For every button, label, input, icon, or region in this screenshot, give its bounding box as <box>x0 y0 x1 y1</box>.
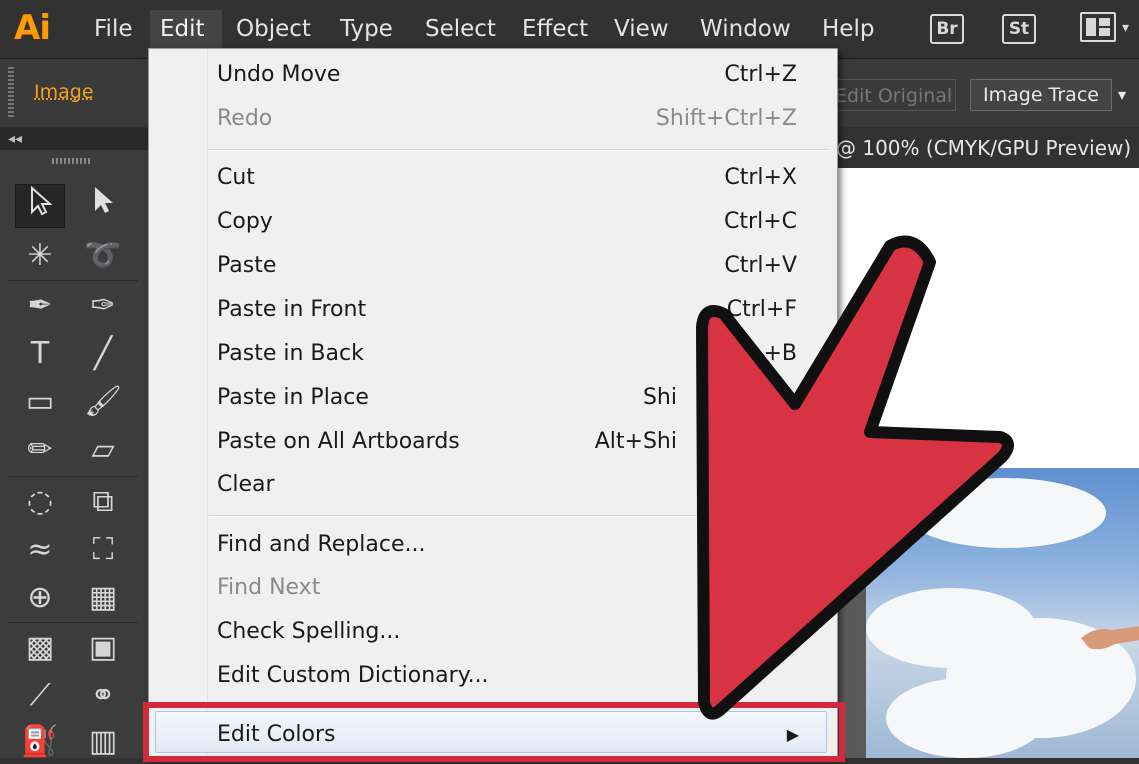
menu-object[interactable]: Object <box>226 10 321 48</box>
edit-original-button[interactable]: Edit Original <box>826 79 956 111</box>
perspective-grid-tool-icon[interactable]: ▦ <box>78 576 128 620</box>
hand-image <box>1081 626 1139 650</box>
column-graph-tool-icon[interactable]: ▥ <box>78 720 128 764</box>
pencil-tool-icon[interactable]: ✏ <box>15 428 65 472</box>
selection-type-label[interactable]: Image <box>34 81 94 103</box>
eyedropper-tool-icon[interactable]: ⟋ <box>15 674 65 718</box>
type-tool-icon[interactable]: T <box>15 332 65 376</box>
menu-item-shortcut: Shi <box>642 385 677 410</box>
menu-type[interactable]: Type <box>330 10 403 48</box>
lasso-tool-icon[interactable]: ➰ <box>78 234 128 278</box>
collapse-panel-icon[interactable]: ◂◂ <box>0 128 148 150</box>
workspace-switcher-icon[interactable] <box>1080 12 1116 42</box>
rotate-tool-icon[interactable]: ◌ <box>15 480 65 524</box>
menu-item-label: Find and Replace... <box>217 532 426 557</box>
line-segment-tool-icon[interactable]: ╱ <box>78 332 128 376</box>
tool-separator <box>8 280 138 281</box>
image-trace-button[interactable]: Image Trace <box>970 79 1112 111</box>
menu-item-redo: Redo Shift+Ctrl+Z <box>217 99 817 139</box>
pen-tool-icon[interactable]: ✒ <box>15 284 65 328</box>
illustrator-logo: Ai <box>14 8 51 48</box>
menu-item-label: Paste in Front <box>217 297 367 322</box>
menu-item-label: Check Spelling... <box>217 619 401 644</box>
menu-file[interactable]: File <box>84 10 143 48</box>
tools-panel: ◂◂ ✳ ➰ ✒ ✑ T ╱ ▭ 🖌 ✏ ▱ ◌ ⧉ ≈ ⛶ ⊕ ▦ ▩ ▣ ⟋… <box>0 128 148 759</box>
bridge-button[interactable]: Br <box>930 14 964 44</box>
menu-item-label: Edit Custom Dictionary... <box>217 663 489 688</box>
gradient-tool-icon[interactable]: ▣ <box>78 626 128 670</box>
scale-tool-icon[interactable]: ⧉ <box>78 480 128 524</box>
menu-item-label: Paste on All Artboards <box>217 429 460 454</box>
menu-item-label: Copy <box>217 209 273 234</box>
menu-help[interactable]: Help <box>812 10 884 48</box>
mesh-tool-icon[interactable]: ▩ <box>15 626 65 670</box>
paintbrush-tool-icon[interactable]: 🖌 <box>78 380 128 424</box>
panel-grip[interactable] <box>8 67 14 117</box>
menu-item-shortcut: Ctrl+Z <box>724 62 797 87</box>
menu-separator <box>209 149 829 151</box>
free-transform-tool-icon[interactable]: ⛶ <box>78 528 128 572</box>
menu-view[interactable]: View <box>604 10 679 48</box>
image-trace-dropdown-icon[interactable]: ▾ <box>1118 85 1126 104</box>
menu-window[interactable]: Window <box>690 10 801 48</box>
blend-tool-icon[interactable]: ⚭ <box>78 674 128 718</box>
eraser-tool-icon[interactable]: ▱ <box>78 428 128 472</box>
menu-item-cut[interactable]: Cut Ctrl+X <box>217 158 817 198</box>
magic-wand-tool-icon[interactable]: ✳ <box>15 234 65 278</box>
tool-separator <box>8 476 138 477</box>
menu-item-shortcut: Shift+Ctrl+Z <box>655 106 797 131</box>
curvature-tool-icon[interactable]: ✑ <box>78 284 128 328</box>
document-tab[interactable]: @ 100% (CMYK/GPU Preview) <box>836 128 1139 168</box>
menu-item-label: Redo <box>217 106 273 131</box>
stock-button[interactable]: St <box>1002 14 1036 44</box>
tool-separator <box>8 622 138 623</box>
panel-grip[interactable] <box>52 158 90 164</box>
menu-item-undo-move[interactable]: Undo Move Ctrl+Z <box>217 55 817 95</box>
menu-item-label: Clear <box>217 472 275 497</box>
menu-item-label: Undo Move <box>217 62 341 87</box>
menu-item-shortcut: Ctrl+X <box>724 165 797 190</box>
menu-item-label: Find Next <box>217 575 321 600</box>
menu-item-shortcut: Alt+Shi <box>594 429 677 454</box>
menu-item-label: Paste in Place <box>217 385 369 410</box>
menu-item-label: Paste in Back <box>217 341 364 366</box>
menu-icon-gutter <box>149 49 208 757</box>
annotation-arrow-icon <box>696 235 1014 720</box>
symbol-sprayer-tool-icon[interactable]: ⛽ <box>15 720 65 764</box>
chevron-down-icon[interactable]: ▾ <box>1122 20 1129 36</box>
direct-selection-tool-icon[interactable] <box>78 184 128 228</box>
menu-edit[interactable]: Edit <box>150 10 222 48</box>
shape-builder-tool-icon[interactable]: ⊕ <box>15 576 65 620</box>
menu-effect[interactable]: Effect <box>512 10 598 48</box>
rectangle-tool-icon[interactable]: ▭ <box>15 380 65 424</box>
width-tool-icon[interactable]: ≈ <box>15 528 65 572</box>
selection-tool-icon[interactable] <box>15 184 65 228</box>
menu-item-label: Cut <box>217 165 255 190</box>
menu-item-label: Paste <box>217 253 277 278</box>
menu-select[interactable]: Select <box>415 10 506 48</box>
